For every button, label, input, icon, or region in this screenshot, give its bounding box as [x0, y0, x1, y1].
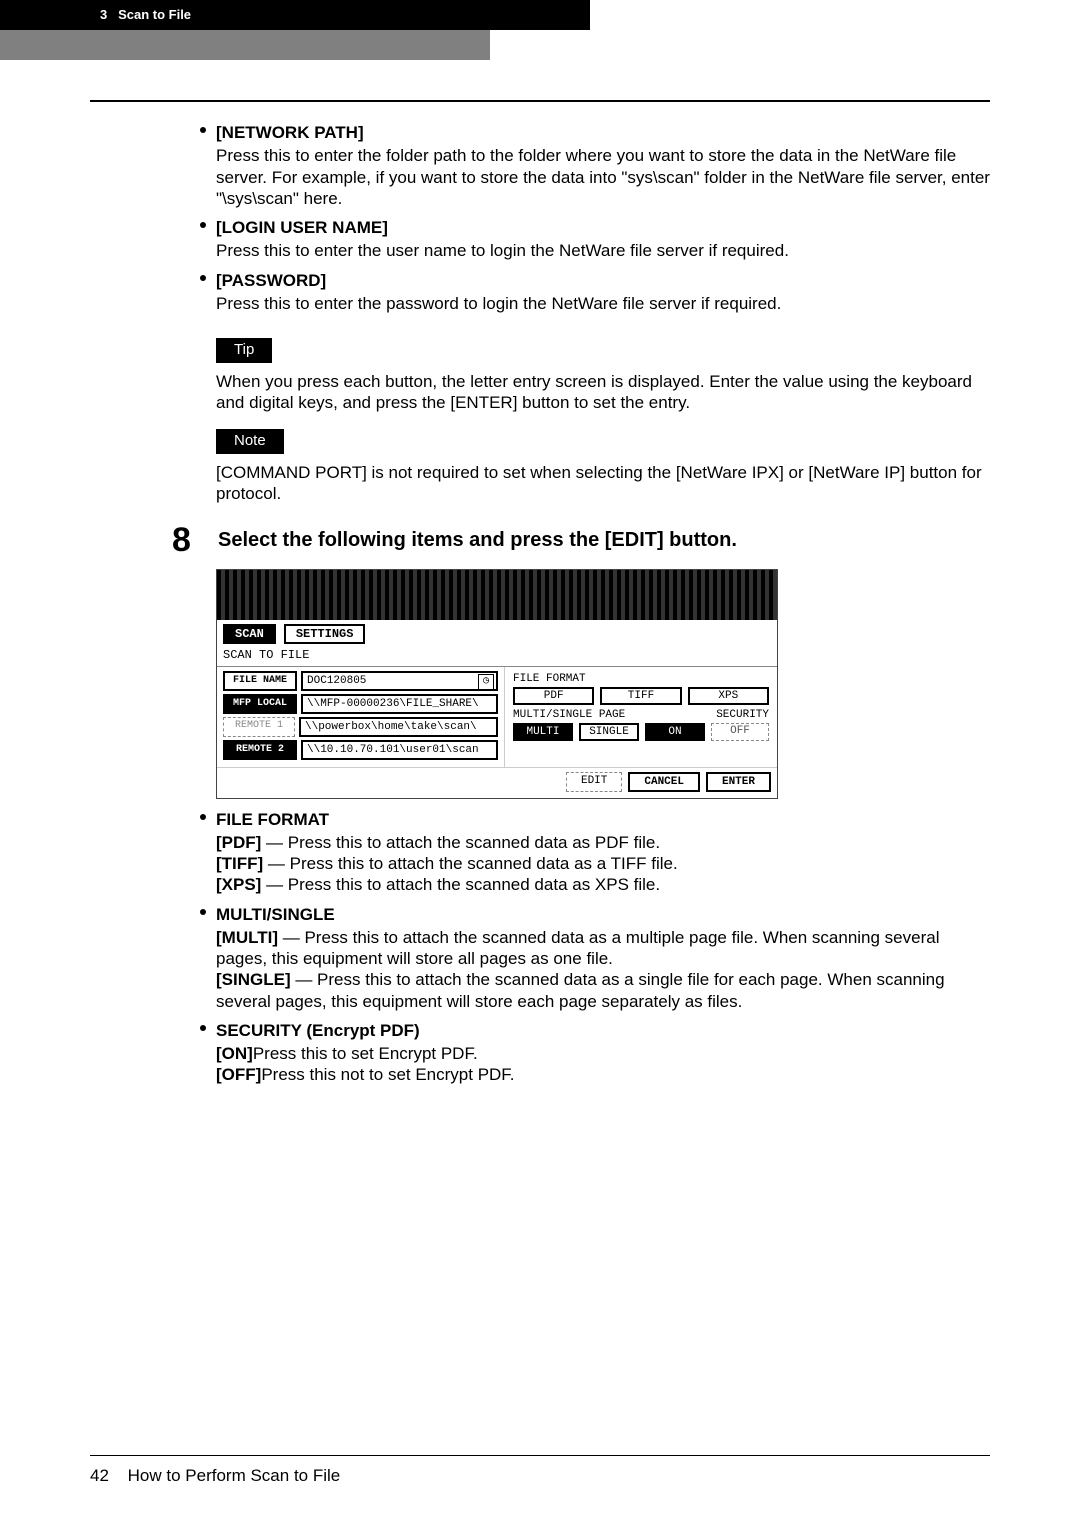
page-number: 42 [90, 1466, 109, 1486]
device-screenshot: SCAN SETTINGS SCAN TO FILE FILE NAME DOC… [216, 569, 778, 799]
xps-label: [XPS] [216, 875, 261, 894]
page-footer: 42 How to Perform Scan to File [90, 1455, 990, 1486]
tab-settings[interactable]: SETTINGS [284, 624, 366, 644]
single-button[interactable]: SINGLE [579, 723, 639, 741]
step-title: Select the following items and press the… [218, 523, 737, 552]
security-off-button[interactable]: OFF [711, 723, 769, 741]
chapter-number: 3 [100, 7, 107, 22]
val-remote2[interactable]: \\10.10.70.101\user01\scan [301, 740, 498, 760]
section-file-format: FILE FORMAT [PDF] — Press this to attach… [216, 809, 990, 896]
multi-label: [MULTI] [216, 928, 278, 947]
header-accent [0, 30, 490, 60]
val-file-name-text: DOC120805 [307, 675, 366, 687]
item-body: Press this to enter the password to logi… [216, 293, 990, 314]
multi-text: — Press this to attach the scanned data … [216, 928, 939, 968]
item-title: [PASSWORD] [216, 271, 326, 290]
item-title: [NETWORK PATH] [216, 123, 364, 142]
edit-button[interactable]: EDIT [566, 772, 622, 792]
section-title: SECURITY (Encrypt PDF) [216, 1021, 420, 1040]
enter-button[interactable]: ENTER [706, 772, 771, 792]
val-remote1[interactable]: \\powerbox\home\take\scan\ [299, 717, 498, 737]
key-mfp-local[interactable]: MFP LOCAL [223, 694, 297, 714]
multi-single-label: MULTI/SINGLE PAGE [513, 709, 625, 721]
single-label: [SINGLE] [216, 970, 291, 989]
bullet-icon [200, 275, 206, 281]
tip-body: When you press each button, the letter e… [216, 371, 990, 414]
tiff-label: [TIFF] [216, 854, 263, 873]
note-label: Note [216, 429, 284, 454]
page-header: 3 Scan to File [0, 0, 590, 30]
chapter-title: Scan to File [118, 7, 191, 22]
clock-icon[interactable]: ◷ [478, 674, 494, 690]
section-multi-single: MULTI/SINGLE [MULTI] — Press this to att… [216, 904, 990, 1012]
bullet-icon [200, 814, 206, 820]
security-on-button[interactable]: ON [645, 723, 705, 741]
section-security: SECURITY (Encrypt PDF) [ON]Press this to… [216, 1020, 990, 1086]
key-remote2[interactable]: REMOTE 2 [223, 740, 297, 760]
section-title: FILE FORMAT [216, 810, 329, 829]
screen-topbar [217, 570, 777, 620]
file-format-label: FILE FORMAT [513, 673, 769, 685]
screen-subtitle: SCAN TO FILE [217, 646, 777, 667]
off-label: [OFF] [216, 1065, 261, 1084]
bullet-icon [200, 222, 206, 228]
pdf-label: [PDF] [216, 833, 261, 852]
tiff-text: — Press this to attach the scanned data … [263, 854, 678, 873]
step-number: 8 [172, 523, 208, 557]
val-file-name[interactable]: DOC120805 ◷ [301, 671, 498, 691]
tip-label: Tip [216, 338, 272, 363]
off-text: Press this not to set Encrypt PDF. [261, 1065, 514, 1084]
note-body: [COMMAND PORT] is not required to set wh… [216, 462, 990, 505]
val-mfp-local[interactable]: \\MFP-00000236\FILE_SHARE\ [301, 694, 498, 714]
on-text: Press this to set Encrypt PDF. [253, 1044, 478, 1063]
xps-text: — Press this to attach the scanned data … [261, 875, 660, 894]
format-tiff-button[interactable]: TIFF [600, 687, 681, 705]
key-file-name[interactable]: FILE NAME [223, 671, 297, 691]
multi-button[interactable]: MULTI [513, 723, 573, 741]
format-xps-button[interactable]: XPS [688, 687, 769, 705]
bullet-icon [200, 127, 206, 133]
key-remote1[interactable]: REMOTE 1 [223, 717, 295, 737]
format-pdf-button[interactable]: PDF [513, 687, 594, 705]
item-body: Press this to enter the folder path to t… [216, 145, 990, 209]
pdf-text: — Press this to attach the scanned data … [261, 833, 660, 852]
footer-text: How to Perform Scan to File [128, 1466, 341, 1485]
item-login-user-name: [LOGIN USER NAME] Press this to enter th… [216, 217, 990, 262]
item-network-path: [NETWORK PATH] Press this to enter the f… [216, 122, 990, 209]
cancel-button[interactable]: CANCEL [628, 772, 700, 792]
item-body: Press this to enter the user name to log… [216, 240, 990, 261]
item-password: [PASSWORD] Press this to enter the passw… [216, 270, 990, 315]
on-label: [ON] [216, 1044, 253, 1063]
security-label: SECURITY [716, 709, 769, 721]
item-title: [LOGIN USER NAME] [216, 218, 388, 237]
single-text: — Press this to attach the scanned data … [216, 970, 945, 1010]
bullet-icon [200, 1025, 206, 1031]
tab-scan[interactable]: SCAN [223, 624, 276, 644]
bullet-icon [200, 909, 206, 915]
section-title: MULTI/SINGLE [216, 905, 335, 924]
